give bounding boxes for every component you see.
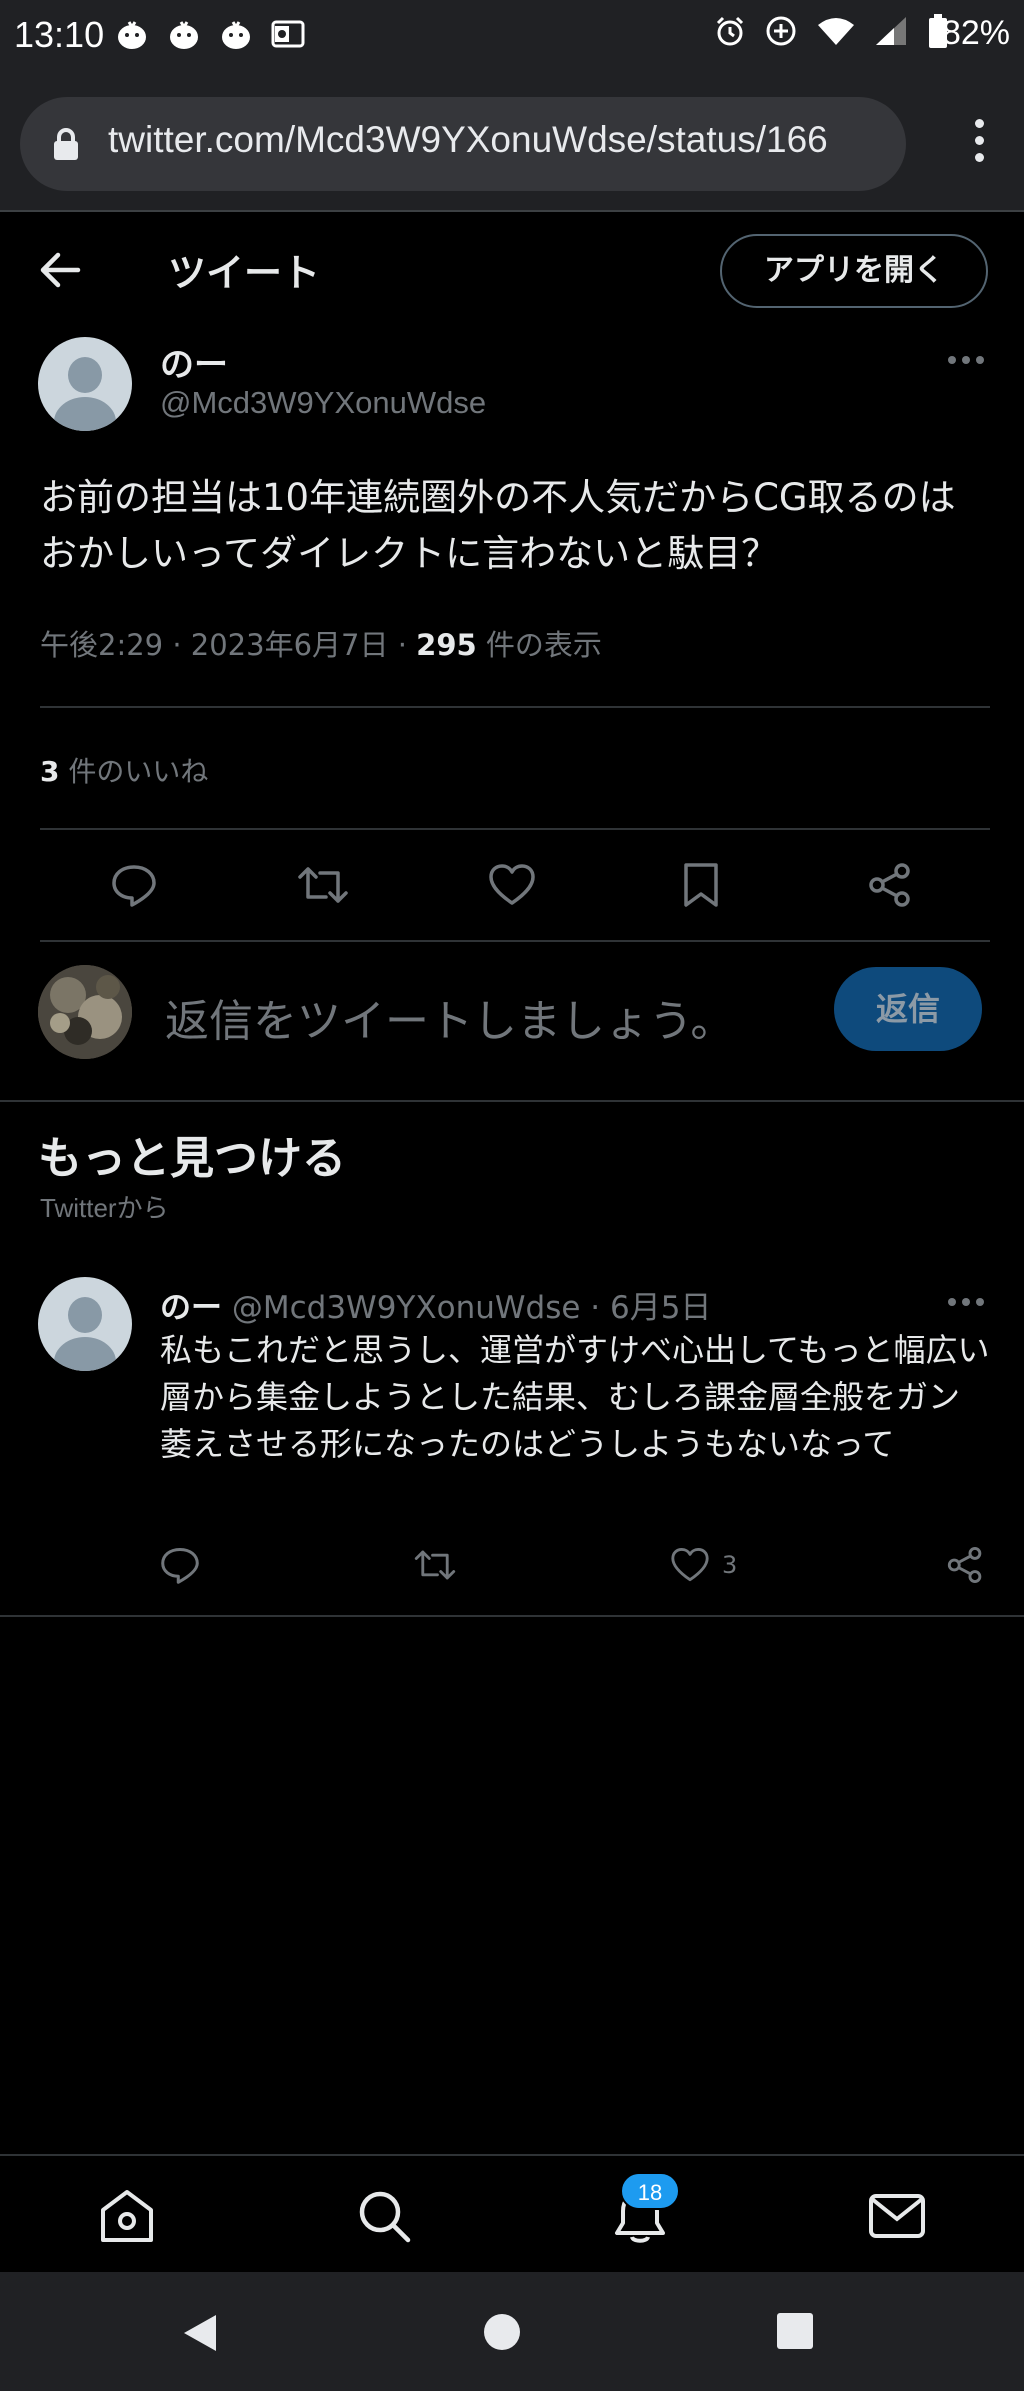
page-title: ツイート — [168, 251, 321, 295]
retweet-icon — [298, 867, 348, 903]
author-name[interactable]: のー — [160, 337, 228, 386]
reply-input[interactable]: 返信をツイートしましょう。 — [165, 985, 734, 1049]
reply-button[interactable] — [160, 1535, 200, 1595]
section-title: もっと見つける — [38, 1133, 346, 1184]
browser-toolbar: twitter.com/Mcd3W9YXonuWdse/status/166 — [0, 75, 1024, 212]
more-options-icon[interactable] — [948, 1298, 984, 1306]
wifi-icon — [818, 18, 854, 45]
outlook-icon — [271, 20, 305, 48]
home-icon — [101, 2190, 153, 2242]
divider — [0, 1615, 1024, 1617]
bookmark-icon — [684, 863, 718, 907]
url-text[interactable]: twitter.com/Mcd3W9YXonuWdse/status/166 — [108, 119, 898, 161]
android-back-icon[interactable] — [180, 2312, 220, 2354]
battery-percent: 82% — [941, 14, 1010, 52]
author-name[interactable]: のー — [160, 1290, 222, 1326]
retweet-button[interactable] — [413, 1535, 457, 1595]
share-button[interactable] — [946, 1535, 984, 1595]
nav-home[interactable] — [95, 2184, 159, 2248]
alarm-icon — [716, 16, 744, 46]
retweet-icon — [414, 1550, 456, 1580]
url-bar[interactable]: twitter.com/Mcd3W9YXonuWdse/status/166 — [20, 97, 906, 191]
avatar[interactable] — [38, 337, 132, 431]
tweet-actions — [40, 850, 990, 920]
divider — [40, 940, 990, 942]
nav-search[interactable] — [352, 2184, 416, 2248]
tweet-date[interactable]: · 6月5日 — [580, 1290, 711, 1326]
bottom-nav: 18 — [0, 2154, 1024, 2272]
notification-icons — [115, 18, 305, 50]
data-saver-icon — [766, 16, 796, 46]
status-time: 13:10 — [14, 14, 105, 55]
chick-icon — [222, 21, 250, 49]
tweet-text: お前の担当は10年連続圏外の不人気だからCG取るのはおかしいってダイレクトに言わ… — [40, 476, 956, 575]
signal-icon — [876, 17, 906, 45]
retweet-button[interactable] — [288, 850, 358, 920]
tweet-meta: 午後2:29 · 2023年6月7日 · 295 件の表示 — [40, 622, 602, 664]
avatar[interactable] — [38, 1277, 132, 1371]
view-label: 件の表示 — [476, 628, 602, 662]
like-count: 3 — [722, 1551, 738, 1579]
share-icon — [947, 1547, 982, 1583]
lock-icon[interactable] — [52, 127, 80, 161]
user-avatar-image — [38, 965, 132, 1059]
reply-button[interactable] — [99, 850, 169, 920]
author-handle[interactable]: @Mcd3W9YXonuWdse — [232, 1290, 581, 1326]
likes-count: 3 — [40, 755, 60, 788]
chick-icon — [170, 21, 198, 49]
heart-icon — [489, 864, 535, 905]
divider — [40, 706, 990, 708]
tweet-time[interactable]: 午後2:29 · 2023年6月7日 · — [40, 628, 416, 662]
notification-badge: 18 — [620, 2172, 680, 2210]
nav-messages[interactable] — [865, 2184, 929, 2248]
search-icon — [359, 2191, 411, 2243]
reply-icon — [112, 865, 156, 907]
android-recents-icon[interactable] — [776, 2312, 814, 2350]
author-handle[interactable]: @Mcd3W9YXonuWdse — [160, 385, 486, 421]
user-avatar[interactable] — [38, 965, 132, 1059]
reply-submit-button[interactable]: 返信 — [834, 967, 982, 1051]
bookmark-button[interactable] — [666, 850, 736, 920]
likes-label: 件のいいね — [59, 755, 209, 788]
back-arrow-icon[interactable] — [38, 250, 82, 290]
reply-icon — [161, 1547, 199, 1584]
share-button[interactable] — [855, 850, 925, 920]
android-home-icon[interactable] — [482, 2312, 522, 2352]
android-navigation-bar — [0, 2272, 1024, 2391]
section-subtitle: Twitterから — [40, 1193, 169, 1223]
mail-icon — [869, 2194, 925, 2238]
heart-icon — [671, 1548, 709, 1582]
share-icon — [869, 863, 910, 907]
divider — [0, 1100, 1024, 1102]
recommended-tweet-text[interactable]: 私もこれだと思うし、運営がすけべ心出してもっと幅広い層から集金しようとした結果、… — [160, 1327, 990, 1468]
divider — [40, 828, 990, 830]
recommended-tweet-actions: 3 — [160, 1535, 990, 1595]
more-options-icon[interactable] — [948, 356, 984, 364]
browser-menu-button[interactable] — [972, 119, 986, 169]
status-bar: 13:10 82% — [0, 0, 1024, 75]
likes-summary[interactable]: 3 件のいいね — [40, 750, 208, 790]
reply-composer: 返信をツイートしましょう。 返信 — [0, 945, 1024, 1065]
system-icons — [714, 14, 948, 48]
chick-icon — [118, 21, 146, 49]
page-header: ツイート アプリを開く — [0, 214, 1024, 324]
recommended-tweet-header: のー @Mcd3W9YXonuWdse · 6月5日 — [160, 1282, 711, 1327]
open-app-button[interactable]: アプリを開く — [720, 234, 988, 308]
like-button[interactable]: 3 — [670, 1535, 737, 1595]
view-count: 295 — [416, 628, 477, 662]
like-button[interactable] — [477, 850, 547, 920]
